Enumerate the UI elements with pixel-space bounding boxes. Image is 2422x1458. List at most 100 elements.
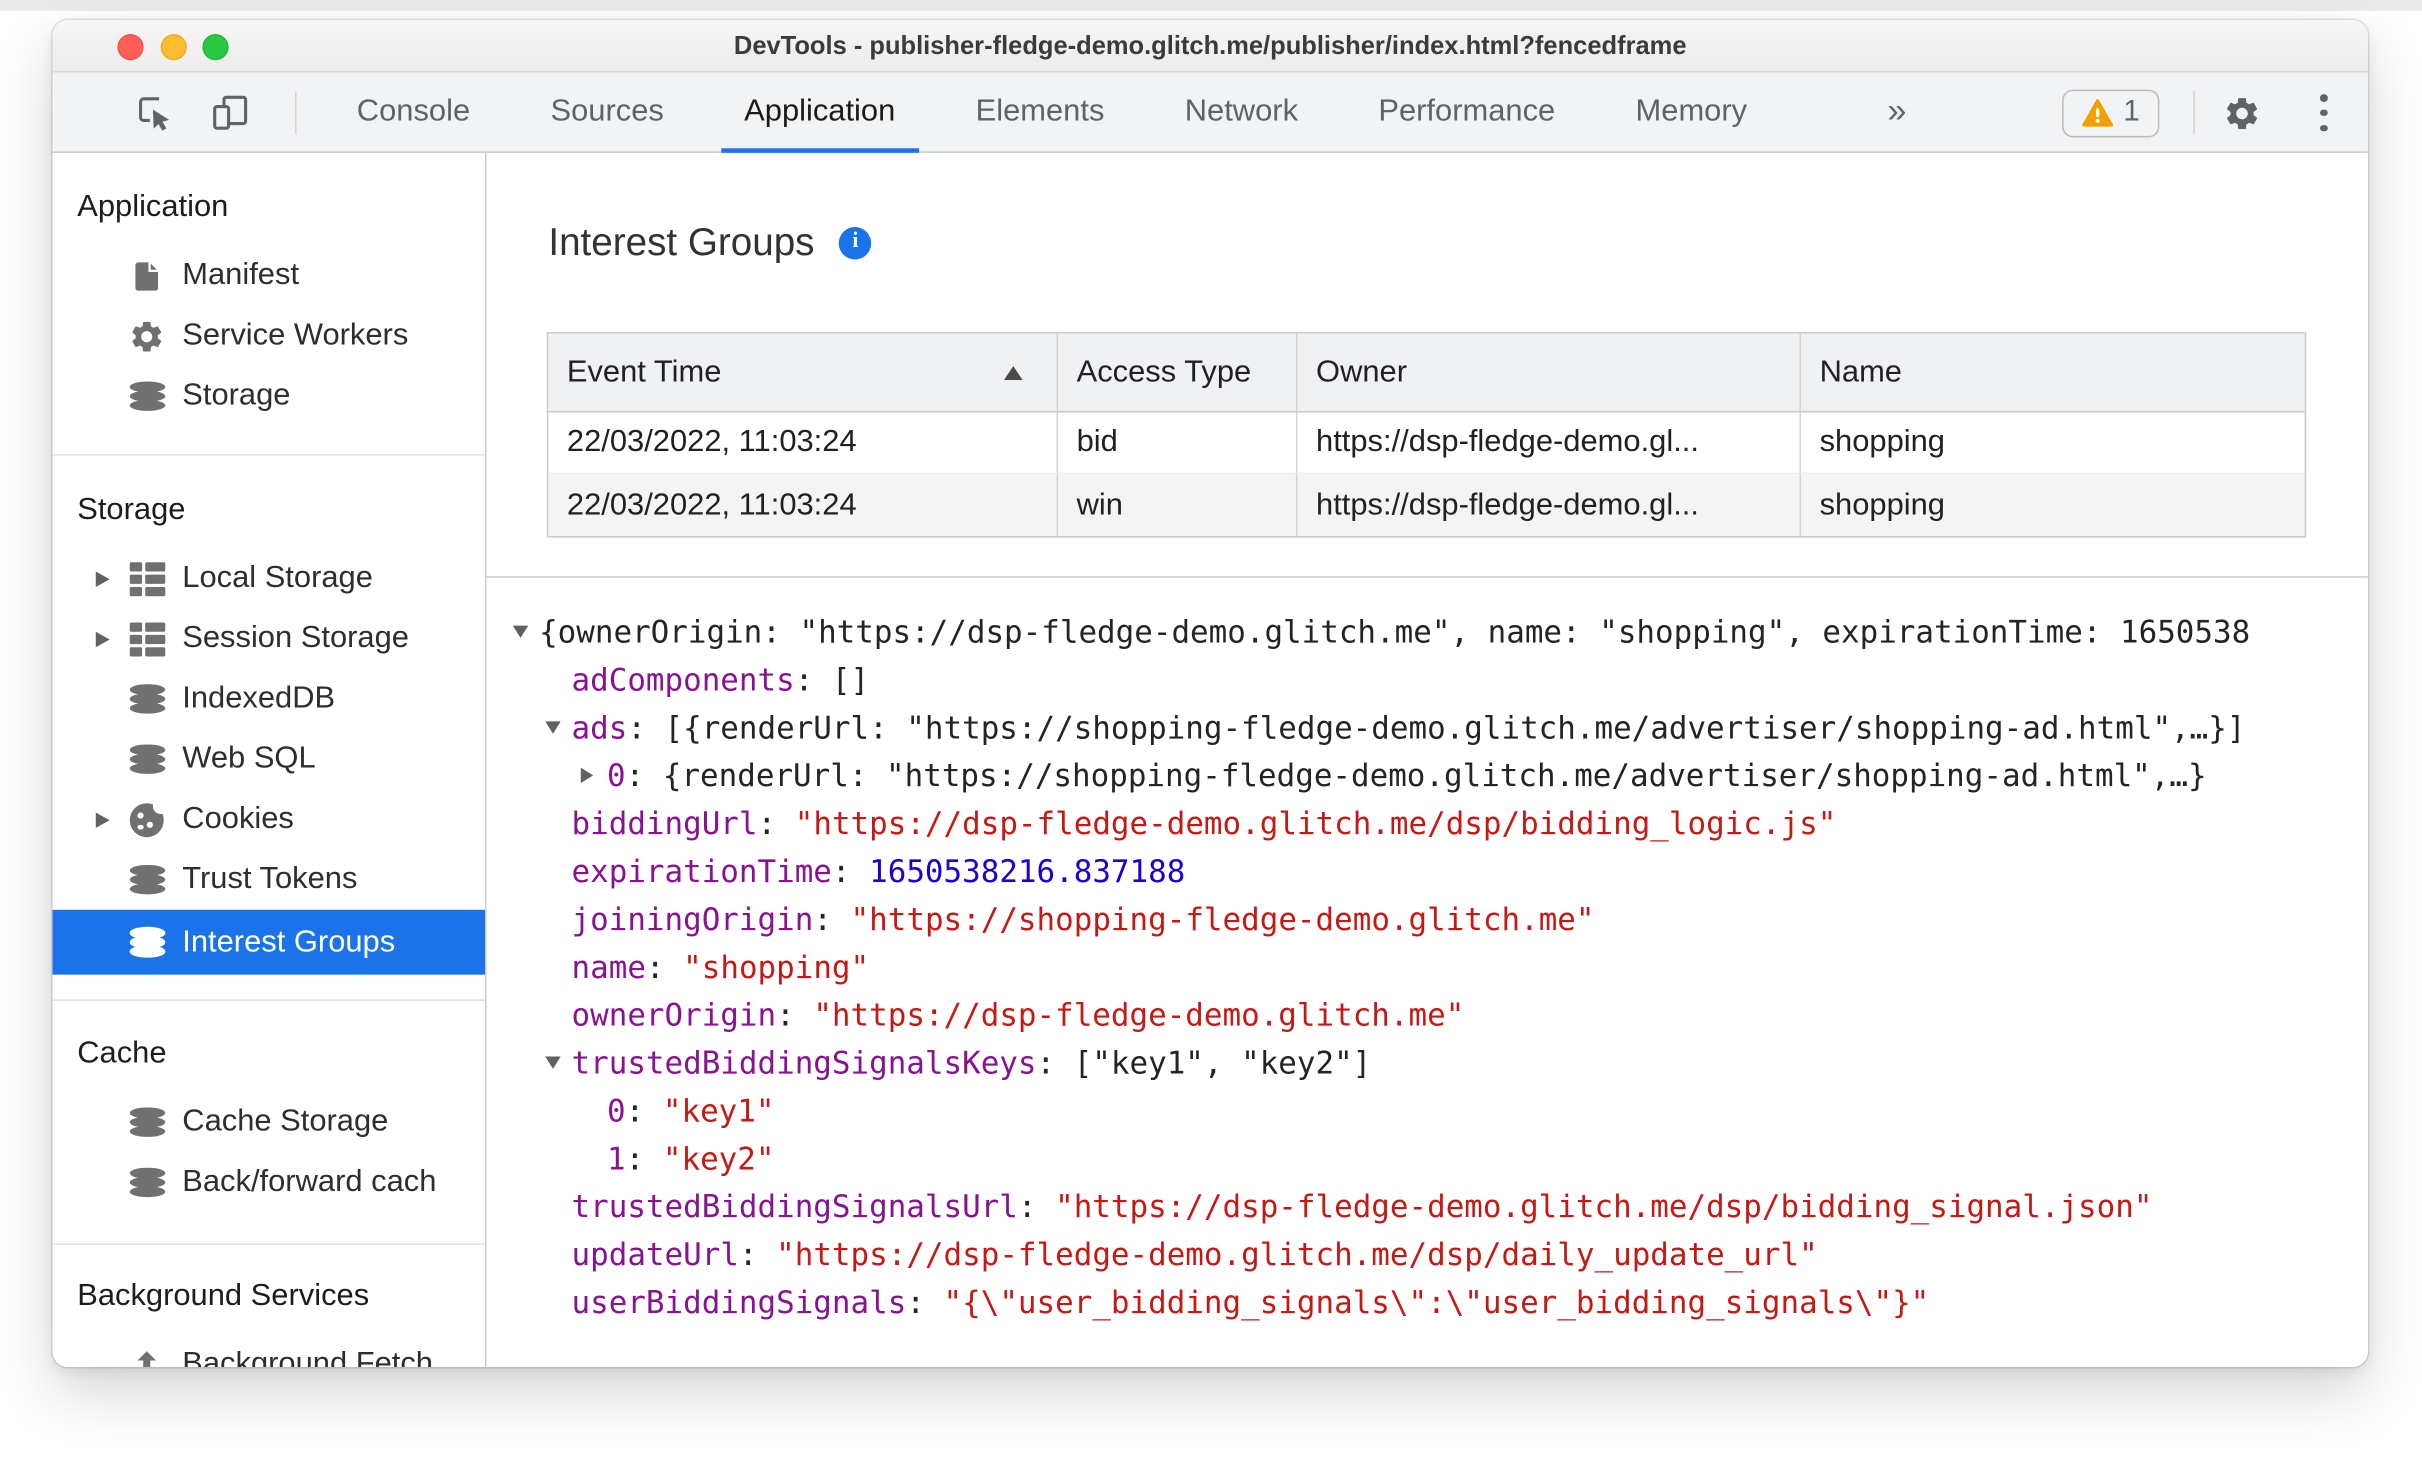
column-header-name[interactable]: Name bbox=[1801, 334, 2308, 411]
tree-line[interactable]: joiningOrigin: "https://shopping-fledge-… bbox=[487, 894, 2368, 942]
panel-divider bbox=[486, 576, 2368, 578]
tree-line[interactable]: expirationTime: 1650538216.837188 bbox=[487, 846, 2368, 894]
sidebar-item-interest-groups[interactable]: Interest Groups bbox=[52, 909, 486, 975]
table-row[interactable]: 22/03/2022, 11:03:24 win https://dsp-fledg… bbox=[548, 474, 2305, 536]
property-name: 0 bbox=[607, 1091, 626, 1129]
property-name: trustedBiddingSignalsKeys bbox=[571, 1043, 1037, 1081]
inspect-element-icon[interactable] bbox=[134, 93, 174, 133]
tree-line[interactable]: biddingUrl: "https://dsp-fledge-demo.gli… bbox=[487, 799, 2368, 847]
column-header-event-time[interactable]: Event Time bbox=[548, 333, 1059, 411]
string-value: "https://shopping-fledge-demo.glitch.me" bbox=[850, 899, 1595, 937]
tree-line[interactable]: 1: "key2" bbox=[487, 1134, 2368, 1182]
table-cell: win bbox=[1058, 474, 1298, 536]
expander-down-icon[interactable] bbox=[545, 720, 561, 733]
database-icon bbox=[128, 378, 165, 415]
tree-line[interactable]: name: "shopping" bbox=[487, 942, 2368, 990]
property-name: 0 bbox=[607, 756, 626, 794]
panel-heading: Interest Groups i bbox=[548, 209, 872, 277]
table-cell: 22/03/2022, 11:03:24 bbox=[548, 412, 1059, 473]
main-panel: Interest Groups i Event Time Access Type O… bbox=[486, 152, 2368, 1368]
devtools-content: Application Manifest Service Workers Storag… bbox=[52, 152, 2368, 1368]
tab-application[interactable]: Application bbox=[720, 73, 919, 153]
property-name: 1 bbox=[607, 1139, 626, 1177]
sidebar-item-storage[interactable]: Storage bbox=[53, 366, 485, 426]
disclosure-triangle-icon[interactable] bbox=[95, 811, 110, 828]
info-icon[interactable]: i bbox=[839, 226, 872, 259]
column-header-owner[interactable]: Owner bbox=[1297, 333, 1802, 411]
application-sidebar: Application Manifest Service Workers Storag… bbox=[52, 152, 487, 1368]
sidebar-item-web-sql[interactable]: Web SQL bbox=[53, 729, 485, 789]
database-icon bbox=[128, 1164, 165, 1201]
tree-line[interactable]: ads: [{renderUrl: "https://shopping-fled… bbox=[487, 703, 2368, 751]
database-icon bbox=[128, 1104, 165, 1141]
tree-text: : {renderUrl: "https://shopping-fledge-d… bbox=[625, 756, 2207, 794]
tree-text: : bbox=[813, 899, 851, 937]
tree-line[interactable]: ownerOrigin: "https://dsp-fledge-demo.gl… bbox=[487, 990, 2368, 1038]
tree-line[interactable]: trustedBiddingSignalsUrl: "https://dsp-f… bbox=[487, 1182, 2368, 1230]
column-header-access-type[interactable]: Access Type bbox=[1058, 333, 1298, 411]
property-name: ownerOrigin bbox=[571, 995, 777, 1033]
expander-right-icon[interactable] bbox=[580, 766, 594, 783]
sidebar-section-divider bbox=[52, 454, 486, 456]
toolbar-separator bbox=[295, 91, 297, 135]
page-title: Interest Groups bbox=[548, 220, 815, 264]
string-value: "{\"user_bidding_signals\":\"user_biddin… bbox=[943, 1282, 1930, 1320]
tree-line[interactable]: updateUrl: "https://dsp-fledge-demo.glit… bbox=[487, 1230, 2368, 1278]
tree-line[interactable]: trustedBiddingSignalsKeys: ["key1", "key… bbox=[487, 1038, 2368, 1086]
tab-performance[interactable]: Performance bbox=[1355, 73, 1578, 153]
sidebar-section-header-application: Application bbox=[77, 189, 229, 224]
sidebar-item-indexeddb[interactable]: IndexedDB bbox=[53, 669, 485, 729]
expander-down-icon[interactable] bbox=[545, 1055, 561, 1069]
tab-memory[interactable]: Memory bbox=[1612, 73, 1770, 153]
sidebar-item-service-workers[interactable]: Service Workers bbox=[53, 306, 485, 366]
tree-text: {ownerOrigin: "https://dsp-fledge-demo.g… bbox=[539, 612, 2251, 650]
sort-ascending-icon bbox=[1004, 365, 1023, 380]
tree-line[interactable]: userBiddingSignals: "{\"user_bidding_sig… bbox=[487, 1277, 2368, 1325]
warnings-badge[interactable]: 1 bbox=[2062, 88, 2160, 137]
sidebar-item-label: Session Storage bbox=[182, 620, 409, 655]
tree-text: : bbox=[645, 947, 684, 985]
string-value: "https://dsp-fledge-demo.glitch.me/dsp/d… bbox=[776, 1234, 1818, 1273]
table-header-row: Event Time Access Type Owner Name bbox=[548, 333, 2305, 413]
sidebar-item-background-fetch[interactable]: Background Fetch bbox=[53, 1335, 485, 1368]
number-value: 1650538216.837188 bbox=[869, 851, 1186, 889]
more-tabs-button[interactable]: » bbox=[1872, 73, 1922, 153]
tree-line[interactable]: adComponents: [] bbox=[487, 655, 2368, 703]
database-icon bbox=[128, 741, 165, 778]
tab-network[interactable]: Network bbox=[1162, 73, 1322, 153]
sidebar-item-manifest[interactable]: Manifest bbox=[53, 246, 485, 306]
tree-line[interactable]: {ownerOrigin: "https://dsp-fledge-demo.g… bbox=[487, 607, 2368, 655]
tree-text: : bbox=[906, 1282, 944, 1320]
tree-line[interactable]: 0: {renderUrl: "https://shopping-fledge-… bbox=[487, 751, 2368, 799]
disclosure-triangle-icon[interactable] bbox=[95, 570, 110, 587]
device-toolbar-icon[interactable] bbox=[212, 93, 252, 133]
expander-down-icon[interactable] bbox=[512, 624, 529, 638]
settings-gear-icon[interactable] bbox=[2223, 93, 2262, 132]
tab-elements[interactable]: Elements bbox=[952, 73, 1127, 153]
sidebar-item-back-forward-cach[interactable]: Back/forward cach bbox=[53, 1152, 485, 1212]
sidebar-item-cookies[interactable]: Cookies bbox=[53, 789, 485, 849]
tree-text: : bbox=[625, 1091, 663, 1129]
more-options-icon[interactable] bbox=[2320, 94, 2329, 132]
table-row[interactable]: 22/03/2022, 11:03:24 bid https://dsp-fledg… bbox=[548, 412, 2305, 475]
sidebar-item-session-storage[interactable]: Session Storage bbox=[53, 609, 485, 669]
property-name: adComponents bbox=[571, 660, 795, 698]
sidebar-section-divider bbox=[52, 999, 486, 1001]
tree-text: : bbox=[1017, 1187, 1056, 1225]
window-titlebar[interactable]: DevTools - publisher-fledge-demo.glitch.… bbox=[52, 20, 2368, 73]
property-name: trustedBiddingSignalsUrl bbox=[571, 1187, 1018, 1225]
tree-line[interactable]: 0: "key1" bbox=[487, 1086, 2368, 1134]
toolbar-separator bbox=[2193, 91, 2195, 135]
tab-sources[interactable]: Sources bbox=[527, 73, 687, 153]
sidebar-item-label: Web SQL bbox=[182, 741, 316, 776]
tab-console[interactable]: Console bbox=[334, 73, 494, 153]
sidebar-item-cache-storage[interactable]: Cache Storage bbox=[53, 1092, 485, 1152]
disclosure-triangle-icon[interactable] bbox=[95, 630, 110, 647]
database-icon bbox=[128, 861, 165, 898]
cookie-icon bbox=[128, 797, 169, 838]
sidebar-item-local-storage[interactable]: Local Storage bbox=[53, 548, 485, 608]
screen: DevTools - publisher-fledge-demo.glitch.… bbox=[0, 0, 2422, 1458]
sidebar-item-trust-tokens[interactable]: Trust Tokens bbox=[53, 850, 485, 910]
table-cell: 22/03/2022, 11:03:24 bbox=[548, 474, 1059, 536]
property-name: biddingUrl bbox=[571, 803, 758, 842]
